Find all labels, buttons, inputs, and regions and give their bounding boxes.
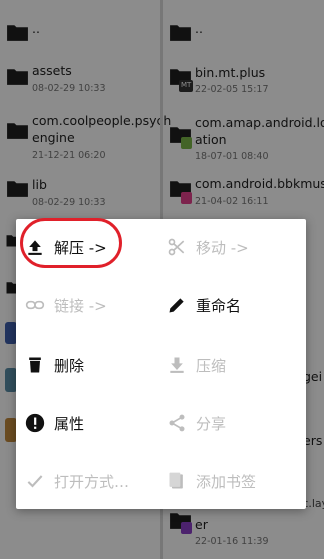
bookmark-menu-item[interactable]: 添加书签 xyxy=(166,461,306,501)
share-icon xyxy=(166,412,188,434)
scissors-icon xyxy=(166,236,188,258)
compress-label: 压缩 xyxy=(196,356,227,375)
delete-menu-item[interactable]: 删除 xyxy=(24,345,164,385)
download-icon xyxy=(166,354,188,376)
properties-menu-item[interactable]: 属性 xyxy=(24,403,164,443)
rename-menu-item[interactable]: 重命名 xyxy=(166,285,306,325)
check-icon xyxy=(24,470,46,492)
rename-label: 重命名 xyxy=(196,296,242,315)
share-menu-item[interactable]: 分享 xyxy=(166,403,306,443)
move-label: 移动 -> xyxy=(196,238,249,257)
open-with-menu-item[interactable]: 打开方式… xyxy=(24,461,164,501)
open-with-label: 打开方式… xyxy=(54,472,130,491)
move-menu-item[interactable]: 移动 -> xyxy=(166,227,306,267)
compress-menu-item[interactable]: 压缩 xyxy=(166,345,306,385)
info-icon xyxy=(24,412,46,434)
share-label: 分享 xyxy=(196,414,227,433)
link-menu-item[interactable]: 链接 -> xyxy=(24,285,164,325)
link-label: 链接 -> xyxy=(54,296,107,315)
bookmark-label: 添加书签 xyxy=(196,472,257,491)
extract-highlight-annotation xyxy=(20,218,122,268)
link-icon xyxy=(24,294,46,316)
trash-icon xyxy=(24,354,46,376)
properties-label: 属性 xyxy=(54,414,85,433)
pencil-icon xyxy=(166,294,188,316)
file-manager-screen: .. assets 08-02-29 10:33 com.coolpeople.… xyxy=(0,0,324,559)
delete-label: 删除 xyxy=(54,356,85,375)
bookmark-icon xyxy=(166,470,188,492)
